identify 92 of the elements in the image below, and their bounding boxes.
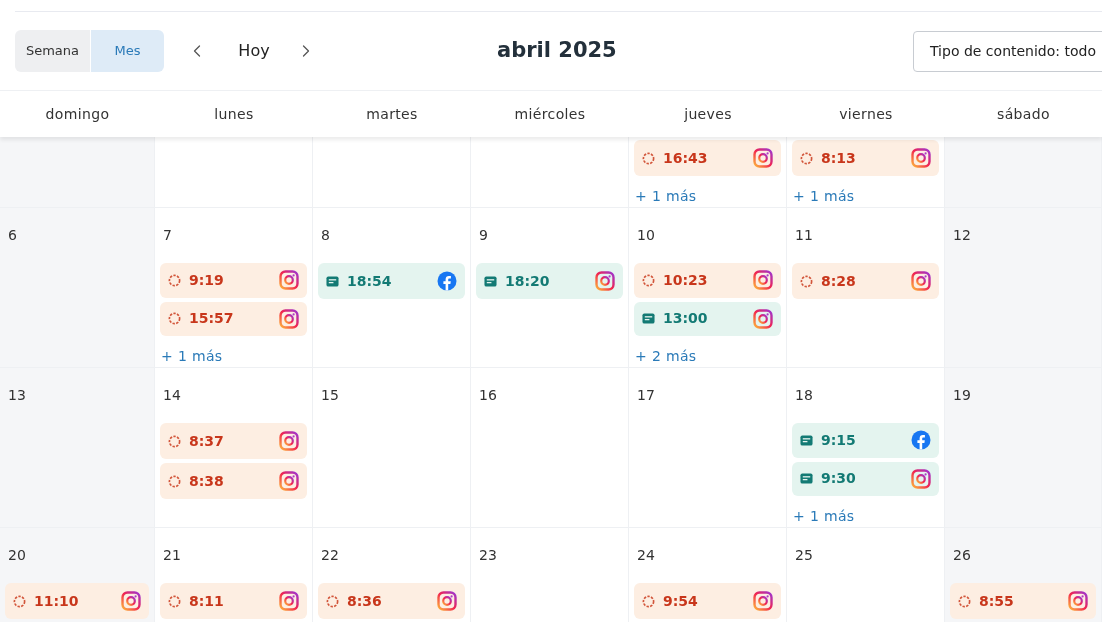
post-card[interactable]: 16:43 bbox=[634, 140, 781, 176]
post-time: 9:54 bbox=[663, 591, 698, 611]
post-time: 15:57 bbox=[189, 309, 234, 329]
spinner-icon bbox=[958, 594, 971, 608]
day-number: 6 bbox=[7, 226, 18, 245]
more-link[interactable]: + 1 más bbox=[792, 186, 939, 207]
document-icon bbox=[800, 472, 813, 486]
weekday-header: martes bbox=[313, 91, 471, 137]
post-time: 8:36 bbox=[347, 591, 382, 611]
post-time: 11:10 bbox=[34, 591, 79, 611]
day-number: 8 bbox=[320, 226, 331, 245]
post-card[interactable]: 9:15 bbox=[792, 423, 939, 458]
post-time: 10:23 bbox=[663, 270, 708, 290]
day-number: 12 bbox=[952, 226, 972, 245]
weekday-header: sábado bbox=[945, 91, 1102, 137]
post-card[interactable]: 8:55 bbox=[950, 583, 1096, 619]
post-card[interactable]: 15:57 bbox=[160, 301, 307, 336]
spinner-icon bbox=[800, 274, 813, 288]
day-number: 14 bbox=[162, 386, 182, 405]
view-tab[interactable]: Mes bbox=[91, 30, 164, 72]
post-card[interactable]: 8:13 bbox=[792, 140, 939, 176]
day-number: 25 bbox=[794, 546, 814, 565]
day-number: 21 bbox=[162, 546, 182, 565]
day-number: 7 bbox=[162, 226, 173, 245]
post-card[interactable]: 8:37 bbox=[160, 423, 307, 459]
post-card[interactable]: 8:38 bbox=[160, 463, 307, 499]
day-number: 26 bbox=[952, 546, 972, 565]
content-type-dropdown[interactable]: Tipo de contenido: todo bbox=[913, 31, 1102, 72]
post-card[interactable]: 11:10 bbox=[5, 583, 149, 619]
spinner-icon bbox=[326, 594, 339, 608]
post-time: 8:11 bbox=[189, 591, 224, 611]
document-icon bbox=[484, 274, 497, 288]
post-time: 8:38 bbox=[189, 471, 224, 491]
post-time: 18:54 bbox=[347, 271, 392, 291]
more-link[interactable]: + 1 más bbox=[160, 346, 307, 367]
post-time: 8:37 bbox=[189, 431, 224, 451]
spinner-icon bbox=[168, 594, 181, 608]
spinner-icon bbox=[642, 273, 655, 287]
document-icon bbox=[326, 274, 339, 288]
post-card[interactable]: 13:00 bbox=[634, 301, 781, 336]
day-number: 22 bbox=[320, 546, 340, 565]
view-tab[interactable]: Semana bbox=[15, 30, 90, 72]
spinner-icon bbox=[800, 151, 813, 165]
spinner-icon bbox=[168, 474, 181, 488]
post-card[interactable]: 9:30 bbox=[792, 461, 939, 496]
day-number: 16 bbox=[478, 386, 498, 405]
today-button[interactable]: Hoy bbox=[234, 39, 274, 63]
weekday-header: jueves bbox=[629, 91, 787, 137]
post-time: 8:13 bbox=[821, 148, 856, 168]
post-card[interactable]: 10:23 bbox=[634, 263, 781, 298]
post-time: 9:19 bbox=[189, 270, 224, 290]
day-number: 11 bbox=[794, 226, 814, 245]
post-time: 16:43 bbox=[663, 148, 708, 168]
spinner-icon bbox=[642, 594, 655, 608]
document-icon bbox=[642, 312, 655, 326]
spinner-icon bbox=[168, 273, 181, 287]
post-card[interactable]: 8:11 bbox=[160, 583, 307, 619]
day-number: 24 bbox=[636, 546, 656, 565]
post-card[interactable]: 9:19 bbox=[160, 263, 307, 298]
post-card[interactable]: 18:20 bbox=[476, 263, 623, 299]
day-number: 13 bbox=[7, 386, 27, 405]
weekday-header: viernes bbox=[787, 91, 945, 137]
document-icon bbox=[800, 433, 813, 447]
more-link[interactable]: + 2 más bbox=[634, 346, 781, 367]
post-time: 8:55 bbox=[979, 591, 1014, 611]
post-time: 8:28 bbox=[821, 271, 856, 291]
spinner-icon bbox=[642, 151, 655, 165]
spinner-icon bbox=[168, 434, 181, 448]
day-number: 10 bbox=[636, 226, 656, 245]
spinner-icon bbox=[168, 312, 181, 326]
day-number: 9 bbox=[478, 226, 489, 245]
more-link[interactable]: + 1 más bbox=[634, 186, 781, 207]
more-link[interactable]: + 1 más bbox=[792, 506, 939, 527]
day-number: 18 bbox=[794, 386, 814, 405]
day-number: 20 bbox=[7, 546, 27, 565]
post-time: 9:15 bbox=[821, 430, 856, 450]
post-card[interactable]: 18:54 bbox=[318, 263, 465, 299]
weekday-header: lunes bbox=[155, 91, 313, 137]
post-card[interactable]: 9:54 bbox=[634, 583, 781, 619]
month-title: abril 2025 bbox=[497, 37, 617, 65]
day-number: 19 bbox=[952, 386, 972, 405]
day-number: 23 bbox=[478, 546, 498, 565]
spinner-icon bbox=[13, 594, 26, 608]
weekday-header: miércoles bbox=[471, 91, 629, 137]
day-number: 17 bbox=[636, 386, 656, 405]
post-time: 13:00 bbox=[663, 309, 708, 329]
post-time: 9:30 bbox=[821, 469, 856, 489]
day-number: 15 bbox=[320, 386, 340, 405]
weekday-header: domingo bbox=[0, 91, 155, 137]
post-card[interactable]: 8:28 bbox=[792, 263, 939, 299]
post-card[interactable]: 8:36 bbox=[318, 583, 465, 619]
post-time: 18:20 bbox=[505, 271, 550, 291]
